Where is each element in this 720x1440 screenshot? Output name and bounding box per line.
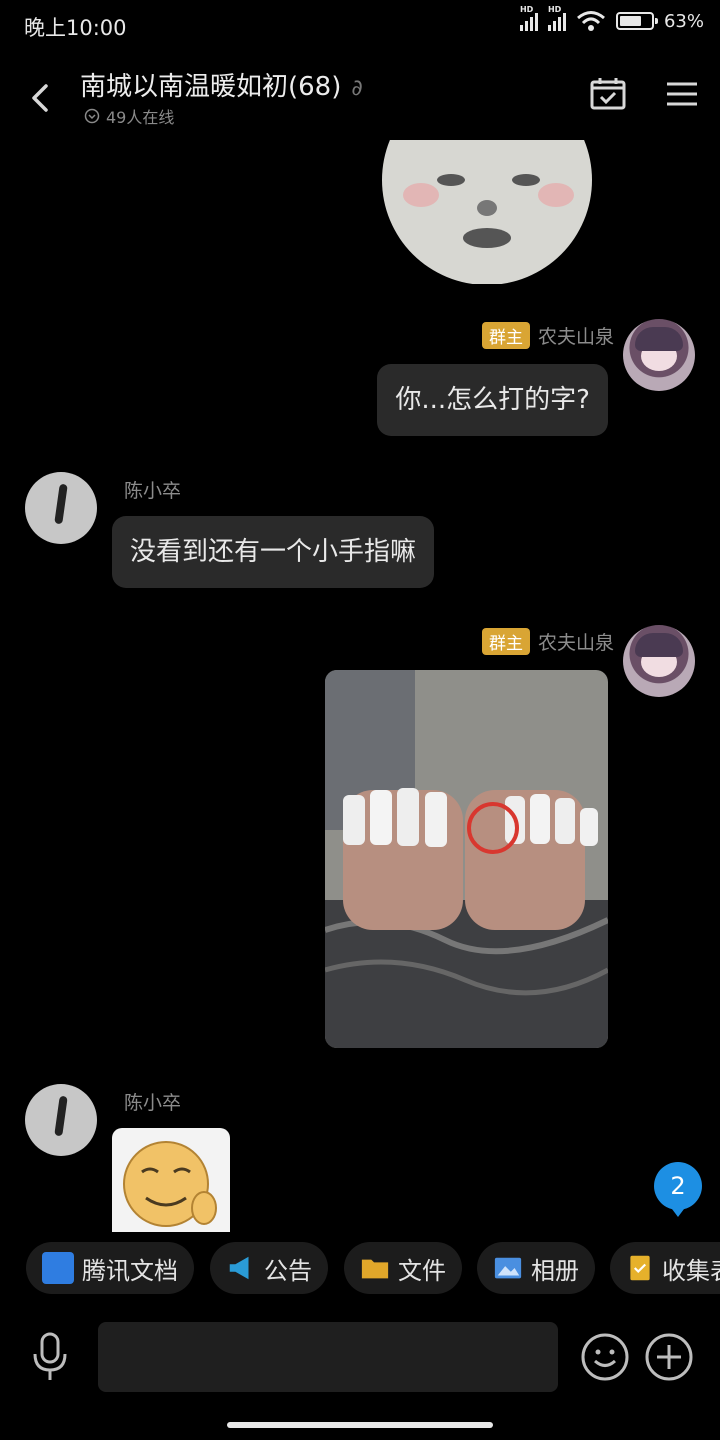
wifi-icon — [577, 11, 605, 31]
owner-badge: 群主 — [481, 322, 530, 349]
tool-label: 收集表 — [662, 1256, 720, 1285]
online-count[interactable]: 49人在线 — [84, 104, 174, 128]
battery-percent: 63% — [663, 10, 704, 32]
tool-label: 腾讯文档 — [82, 1256, 178, 1285]
signal-icon: HD — [519, 5, 538, 31]
emoji-sticker[interactable] — [112, 1128, 230, 1232]
quick-tools-bar: 腾讯文档 公告 文件 相册 收集表 — [0, 1240, 720, 1298]
online-count-text: 49人在线 — [106, 108, 175, 127]
microphone-icon[interactable] — [30, 1332, 70, 1382]
megaphone-icon — [229, 1256, 249, 1280]
menu-icon[interactable] — [662, 74, 702, 114]
folder-icon — [361, 1259, 389, 1279]
chat-header: 南城以南温暖如初(68) ∂ 49人在线 — [0, 52, 720, 138]
tool-tencent-docs[interactable]: 腾讯文档 — [26, 1242, 194, 1294]
unread-count-badge[interactable]: 2 — [654, 1162, 702, 1217]
tool-form[interactable]: 收集表 — [610, 1242, 720, 1294]
avatar[interactable] — [25, 472, 97, 544]
calendar-check-icon[interactable] — [588, 74, 628, 114]
tencent-docs-icon — [42, 1252, 74, 1284]
message-input[interactable] — [98, 1322, 558, 1392]
tool-album[interactable]: 相册 — [477, 1242, 595, 1294]
form-icon — [630, 1255, 650, 1281]
battery-icon — [615, 12, 658, 30]
avatar[interactable] — [623, 625, 695, 697]
home-indicator[interactable] — [227, 1422, 493, 1428]
photo-message[interactable] — [325, 670, 608, 1048]
status-time: 晚上10:00 — [24, 16, 127, 40]
message-bubble[interactable]: 没看到还有一个小手指嘛 — [112, 516, 435, 588]
message-bubble[interactable]: 你...怎么打的字? — [377, 364, 608, 436]
tool-label: 公告 — [264, 1256, 312, 1285]
sender-name: 陈小卒 — [124, 480, 182, 502]
album-icon — [494, 1257, 522, 1279]
emoji-icon[interactable] — [580, 1332, 630, 1382]
sender-name: 群主 农夫山泉 — [481, 322, 614, 349]
chat-title-text: 南城以南温暖如初(68) — [80, 72, 342, 102]
tool-announcement[interactable]: 公告 — [210, 1242, 328, 1294]
chevron-circle-icon — [84, 108, 100, 124]
avatar[interactable] — [623, 319, 695, 391]
status-icons: HD HD 63% — [519, 5, 704, 32]
status-bar: 晚上10:00 HD HD 63% — [0, 0, 720, 52]
tool-label: 文件 — [398, 1256, 446, 1285]
tool-files[interactable]: 文件 — [344, 1242, 462, 1294]
sticker-image[interactable] — [366, 140, 608, 284]
ear-icon: ∂ — [351, 76, 363, 101]
back-arrow-icon[interactable] — [22, 78, 62, 118]
sender-name: 陈小卒 — [124, 1092, 182, 1114]
owner-badge: 群主 — [481, 628, 530, 655]
input-bar — [0, 1300, 720, 1410]
chat-title[interactable]: 南城以南温暖如初(68) ∂ — [80, 66, 363, 103]
signal-icon: HD — [547, 5, 566, 31]
tool-label: 相册 — [531, 1256, 579, 1285]
avatar[interactable] — [25, 1084, 97, 1156]
sender-name: 群主 农夫山泉 — [481, 628, 614, 655]
plus-icon[interactable] — [644, 1332, 694, 1382]
